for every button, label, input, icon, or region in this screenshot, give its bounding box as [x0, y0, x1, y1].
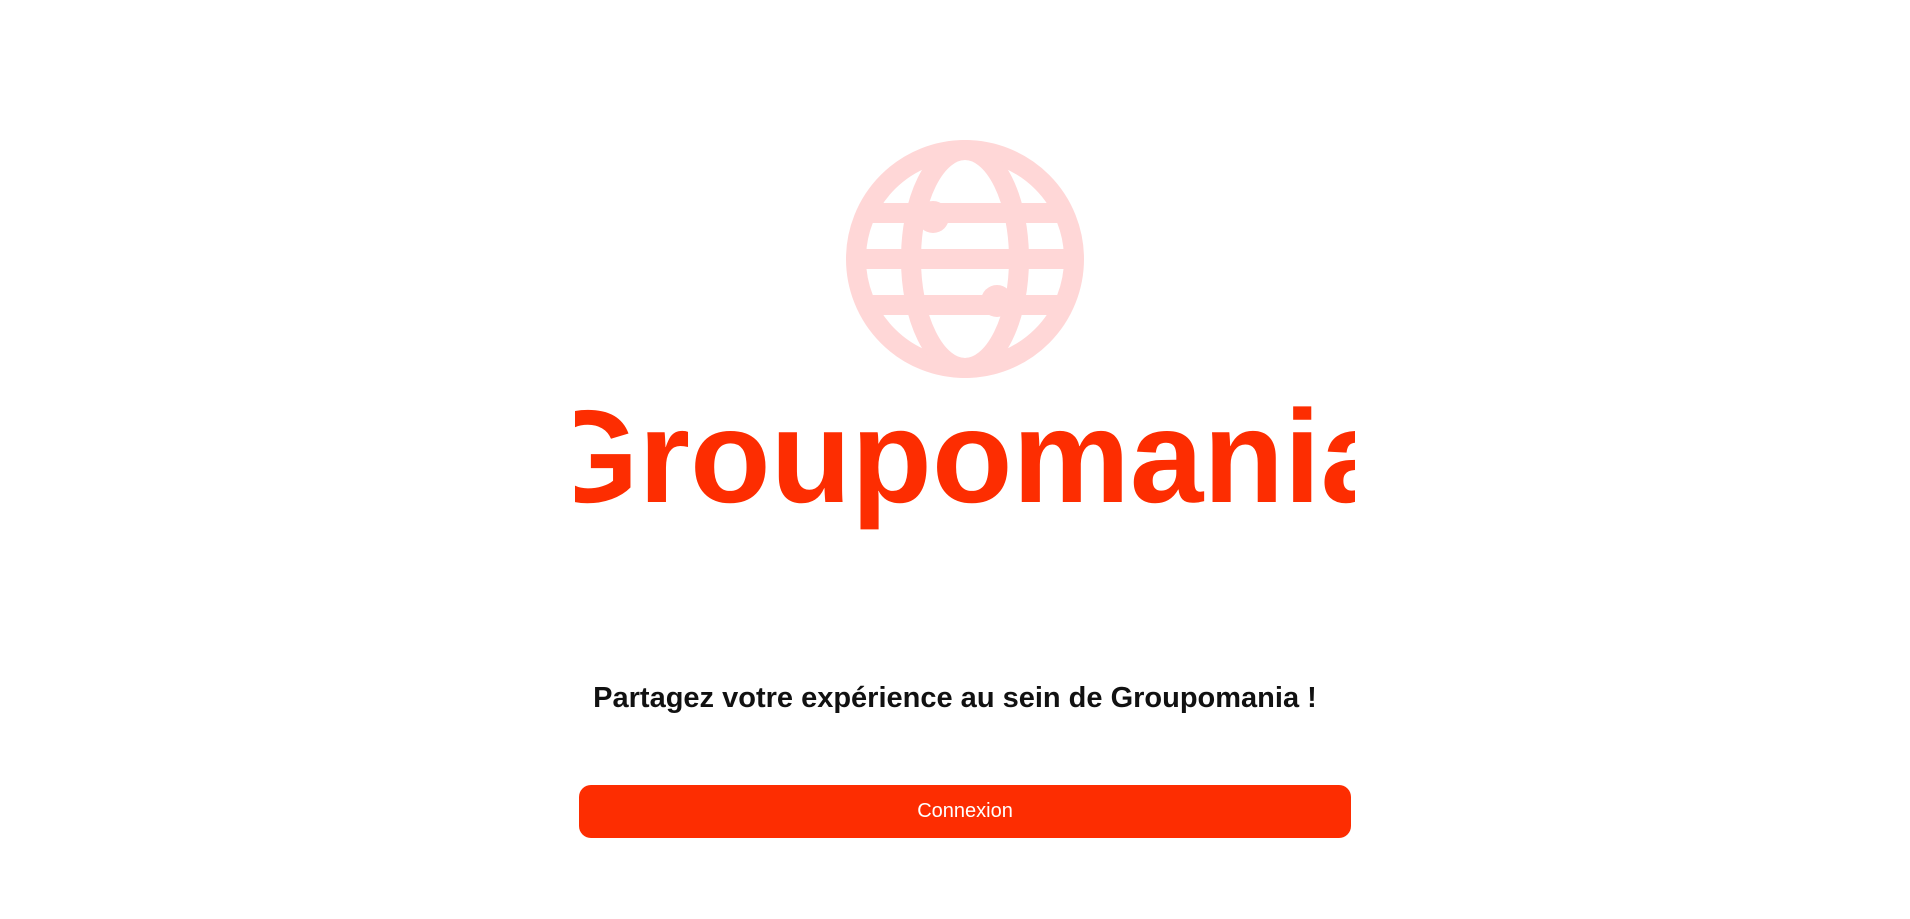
tagline: Partagez votre expérience au sein de Gro…: [593, 682, 1317, 714]
globe-icon: [846, 140, 1084, 378]
groupomania-logo: Groupomania: [575, 135, 1355, 545]
groupomania-logo-graphic: Groupomania: [575, 140, 1355, 530]
login-button[interactable]: Connexion: [579, 785, 1351, 838]
home-page: Groupomania Partagez votre expérience au…: [0, 0, 1910, 919]
brand-wordmark: Groupomania: [575, 383, 1355, 530]
